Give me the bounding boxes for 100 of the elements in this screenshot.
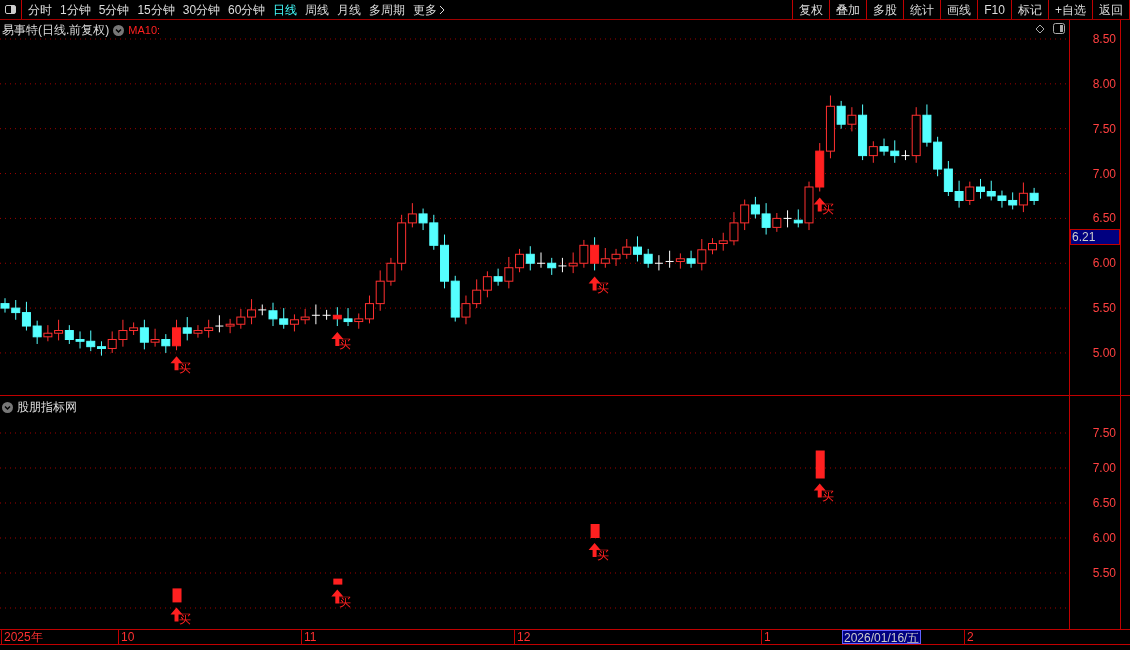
period-tab[interactable]: 周线 [305,0,330,19]
buy-label: 买 [178,361,191,376]
candlestick [815,142,825,192]
dropdown-icon[interactable] [2,401,13,413]
period-tab[interactable]: 分时 [28,0,52,19]
indicator-tick-label: 5.50 [1092,566,1116,580]
indicator-bar [333,578,343,585]
buy-label: 买 [178,612,191,627]
toolbar-button[interactable]: 标记 [1012,0,1049,19]
price-tick-label: 7.50 [1092,121,1116,136]
toolbar-button[interactable]: 复权 [793,0,830,19]
candlestick [64,324,74,345]
chart-title: 易事特(日线.前复权) [2,22,110,39]
indicator-bar [172,588,182,603]
candlestick [954,180,964,209]
candlestick [783,209,793,228]
candlestick [879,138,889,157]
candlestick [97,340,106,357]
candlestick [643,248,653,269]
candlestick [986,180,996,201]
price-tick-label: 7.00 [1092,166,1116,181]
chevron-right-icon [439,4,446,15]
toolbar-button[interactable]: +自选 [1049,0,1093,19]
date-axis-label: 2025年 [1,630,43,644]
indicator-bar [590,524,600,538]
candlestick [943,160,953,197]
candlestick [568,252,578,274]
candlestick [633,235,642,262]
candlestick [300,308,310,325]
buy-label: 买 [596,281,609,296]
period-tab[interactable]: 5分钟 [98,0,130,19]
date-axis-label: 10 [118,630,135,644]
candlestick [204,319,214,339]
price-tick-label: 5.00 [1092,345,1116,360]
more-button[interactable]: 更多 [413,0,446,19]
candlestick [343,307,353,327]
candlestick [32,320,42,345]
candlestick [933,136,943,177]
date-axis-label: 2 [964,630,974,644]
date-axis-label: 1 [761,630,771,644]
buy-label: 买 [339,594,352,609]
buy-label: 买 [339,337,352,352]
period-tab[interactable]: 日线 [273,0,298,19]
panel-icon [5,5,16,14]
buy-label: 买 [821,202,834,217]
toolbar-button[interactable]: 叠加 [830,0,867,19]
dropdown-icon[interactable] [113,24,125,36]
buy-label: 买 [596,548,609,562]
price-tick-label: 6.00 [1092,256,1116,271]
candlestick [21,301,31,331]
panel-icon[interactable] [1053,23,1065,34]
price-tag: 6.21 [1070,229,1120,245]
price-tick-label: 8.50 [1092,32,1116,46]
candlestick [472,278,482,309]
candlestick [54,319,64,341]
toolbar-button[interactable]: 画线 [941,0,978,19]
price-tick-label: 8.00 [1092,76,1116,91]
indicator-label: MA10: [128,22,161,38]
candlestick [665,250,675,269]
buy-label: 买 [821,488,834,503]
price-tick-label: 5.50 [1092,301,1116,316]
period-tab[interactable]: 30分钟 [182,0,221,19]
candlestick [279,307,289,330]
candlestick [654,254,664,271]
candlestick [997,190,1007,209]
date-axis-label: 12 [514,630,531,644]
indicator-bar [815,450,825,479]
toolbar-button[interactable]: 多股 [867,0,904,19]
period-tab[interactable]: 1分钟 [60,0,91,19]
candlestick [225,318,235,334]
diamond-icon[interactable] [1035,23,1045,34]
candlestick [236,308,246,330]
candlestick [515,248,525,273]
price-tick-label: 6.50 [1092,211,1116,226]
period-tab[interactable]: 月线 [337,0,362,19]
candlestick [557,257,567,273]
candlestick [43,324,53,342]
indicator-tick-label: 7.50 [1092,426,1116,440]
period-tab[interactable]: 15分钟 [137,0,175,19]
candlestick [107,330,117,354]
period-tab[interactable]: 多周期 [369,0,406,19]
candlestick [965,181,975,206]
candlestick [976,178,985,200]
toolbar-button[interactable]: 返回 [1093,0,1130,19]
candlestick [214,314,224,333]
candlestick [611,248,621,267]
candlestick [740,199,750,231]
candlestick [675,252,685,270]
candlestick [75,330,85,349]
candlestick [11,299,21,321]
indicator-tick-label: 6.00 [1092,531,1116,545]
candlestick [922,104,932,148]
candlestick [289,313,299,332]
candlestick [547,257,557,276]
period-tab[interactable]: 60分钟 [228,0,266,19]
date-axis-label: 11 [301,630,317,644]
toolbar-button[interactable]: F10 [978,0,1012,19]
indicator-tick-label: 6.50 [1092,496,1116,510]
toolbar-button[interactable]: 统计 [904,0,941,19]
candlestick [622,238,632,260]
